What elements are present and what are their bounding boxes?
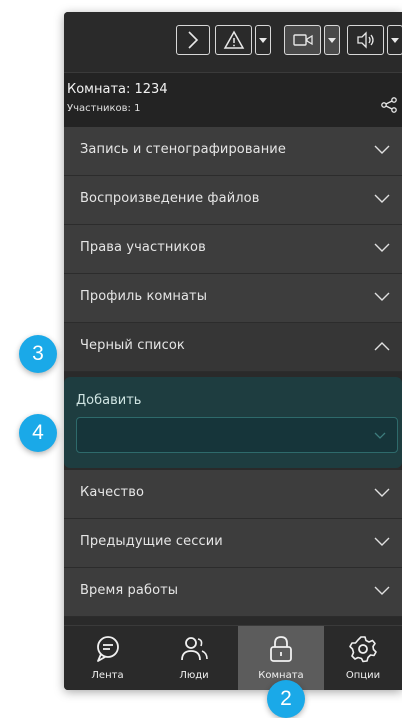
add-label: Добавить bbox=[76, 393, 142, 408]
section-working-time[interactable]: Время работы bbox=[64, 568, 402, 617]
section-label: Запись и стенографирование bbox=[80, 142, 286, 157]
chevron-down-icon bbox=[374, 488, 390, 497]
chevron-down-icon[interactable] bbox=[374, 432, 386, 440]
nav-label: Комната bbox=[258, 670, 304, 681]
caret-down-icon bbox=[259, 37, 267, 43]
section-label: Права участников bbox=[80, 240, 206, 255]
callout-2: 2 bbox=[267, 680, 305, 718]
caret-down-icon bbox=[391, 37, 399, 43]
people-icon bbox=[181, 637, 208, 661]
lock-icon bbox=[270, 636, 292, 662]
section-label: Черный список bbox=[80, 338, 185, 353]
gear-icon bbox=[349, 636, 377, 663]
callout-4: 4 bbox=[19, 414, 57, 452]
alert-button[interactable] bbox=[215, 25, 252, 55]
toolbar bbox=[64, 12, 402, 72]
chevron-up-icon bbox=[374, 342, 390, 351]
chevron-down-icon bbox=[374, 537, 390, 546]
blacklist-panel: Добавить bbox=[64, 377, 402, 468]
warning-icon bbox=[223, 30, 244, 49]
section-blacklist[interactable]: Черный список bbox=[64, 323, 402, 372]
chevron-down-icon bbox=[374, 194, 390, 203]
nav-label: Люди bbox=[179, 670, 209, 681]
section-previous-sessions[interactable]: Предыдущие сессии bbox=[64, 519, 402, 568]
chevron-down-icon bbox=[374, 292, 390, 301]
expand-button[interactable] bbox=[176, 25, 210, 55]
section-recording[interactable]: Запись и стенографирование bbox=[64, 127, 402, 176]
camera-button[interactable] bbox=[284, 25, 321, 55]
nav-label: Лента bbox=[91, 670, 124, 681]
share-icon bbox=[381, 97, 397, 113]
section-file-playback[interactable]: Воспроизведение файлов bbox=[64, 176, 402, 225]
speaker-icon bbox=[356, 31, 374, 49]
section-label: Время работы bbox=[80, 583, 179, 598]
nav-people[interactable]: Люди bbox=[151, 626, 237, 690]
bottom-nav: Лента Люди Комната Опции bbox=[64, 625, 402, 690]
room-title: Комната: 1234 bbox=[67, 82, 168, 97]
section-label: Качество bbox=[80, 485, 145, 500]
nav-label: Опции bbox=[345, 670, 381, 681]
side-panel: Комната: 1234 Участников: 1 Запись и сте… bbox=[64, 12, 402, 690]
speaker-dropdown-button[interactable] bbox=[387, 25, 402, 55]
camera-dropdown-button[interactable] bbox=[324, 25, 340, 55]
section-label: Предыдущие сессии bbox=[80, 534, 223, 549]
section-room-profile[interactable]: Профиль комнаты bbox=[64, 274, 402, 323]
chevron-down-icon bbox=[374, 243, 390, 252]
chevron-right-icon bbox=[188, 31, 199, 49]
share-button[interactable] bbox=[380, 97, 398, 117]
section-label: Профиль комнаты bbox=[80, 289, 208, 304]
nav-feed[interactable]: Лента bbox=[64, 626, 151, 690]
chevron-down-icon bbox=[374, 145, 390, 154]
caret-down-icon bbox=[328, 37, 336, 43]
chat-icon bbox=[96, 636, 119, 662]
nav-options[interactable]: Опции bbox=[324, 626, 402, 690]
callout-3: 3 bbox=[19, 335, 57, 373]
section-label: Воспроизведение файлов bbox=[80, 191, 260, 206]
video-camera-icon bbox=[292, 34, 313, 46]
room-header: Комната: 1234 Участников: 1 bbox=[64, 72, 402, 135]
section-quality[interactable]: Качество bbox=[64, 470, 402, 519]
blacklist-add-input[interactable] bbox=[76, 417, 398, 453]
chevron-down-icon bbox=[374, 586, 390, 595]
speaker-button[interactable] bbox=[347, 25, 384, 55]
section-participant-rights[interactable]: Права участников bbox=[64, 225, 402, 274]
alert-dropdown-button[interactable] bbox=[255, 25, 271, 55]
participants-count: Участников: 1 bbox=[67, 103, 141, 114]
